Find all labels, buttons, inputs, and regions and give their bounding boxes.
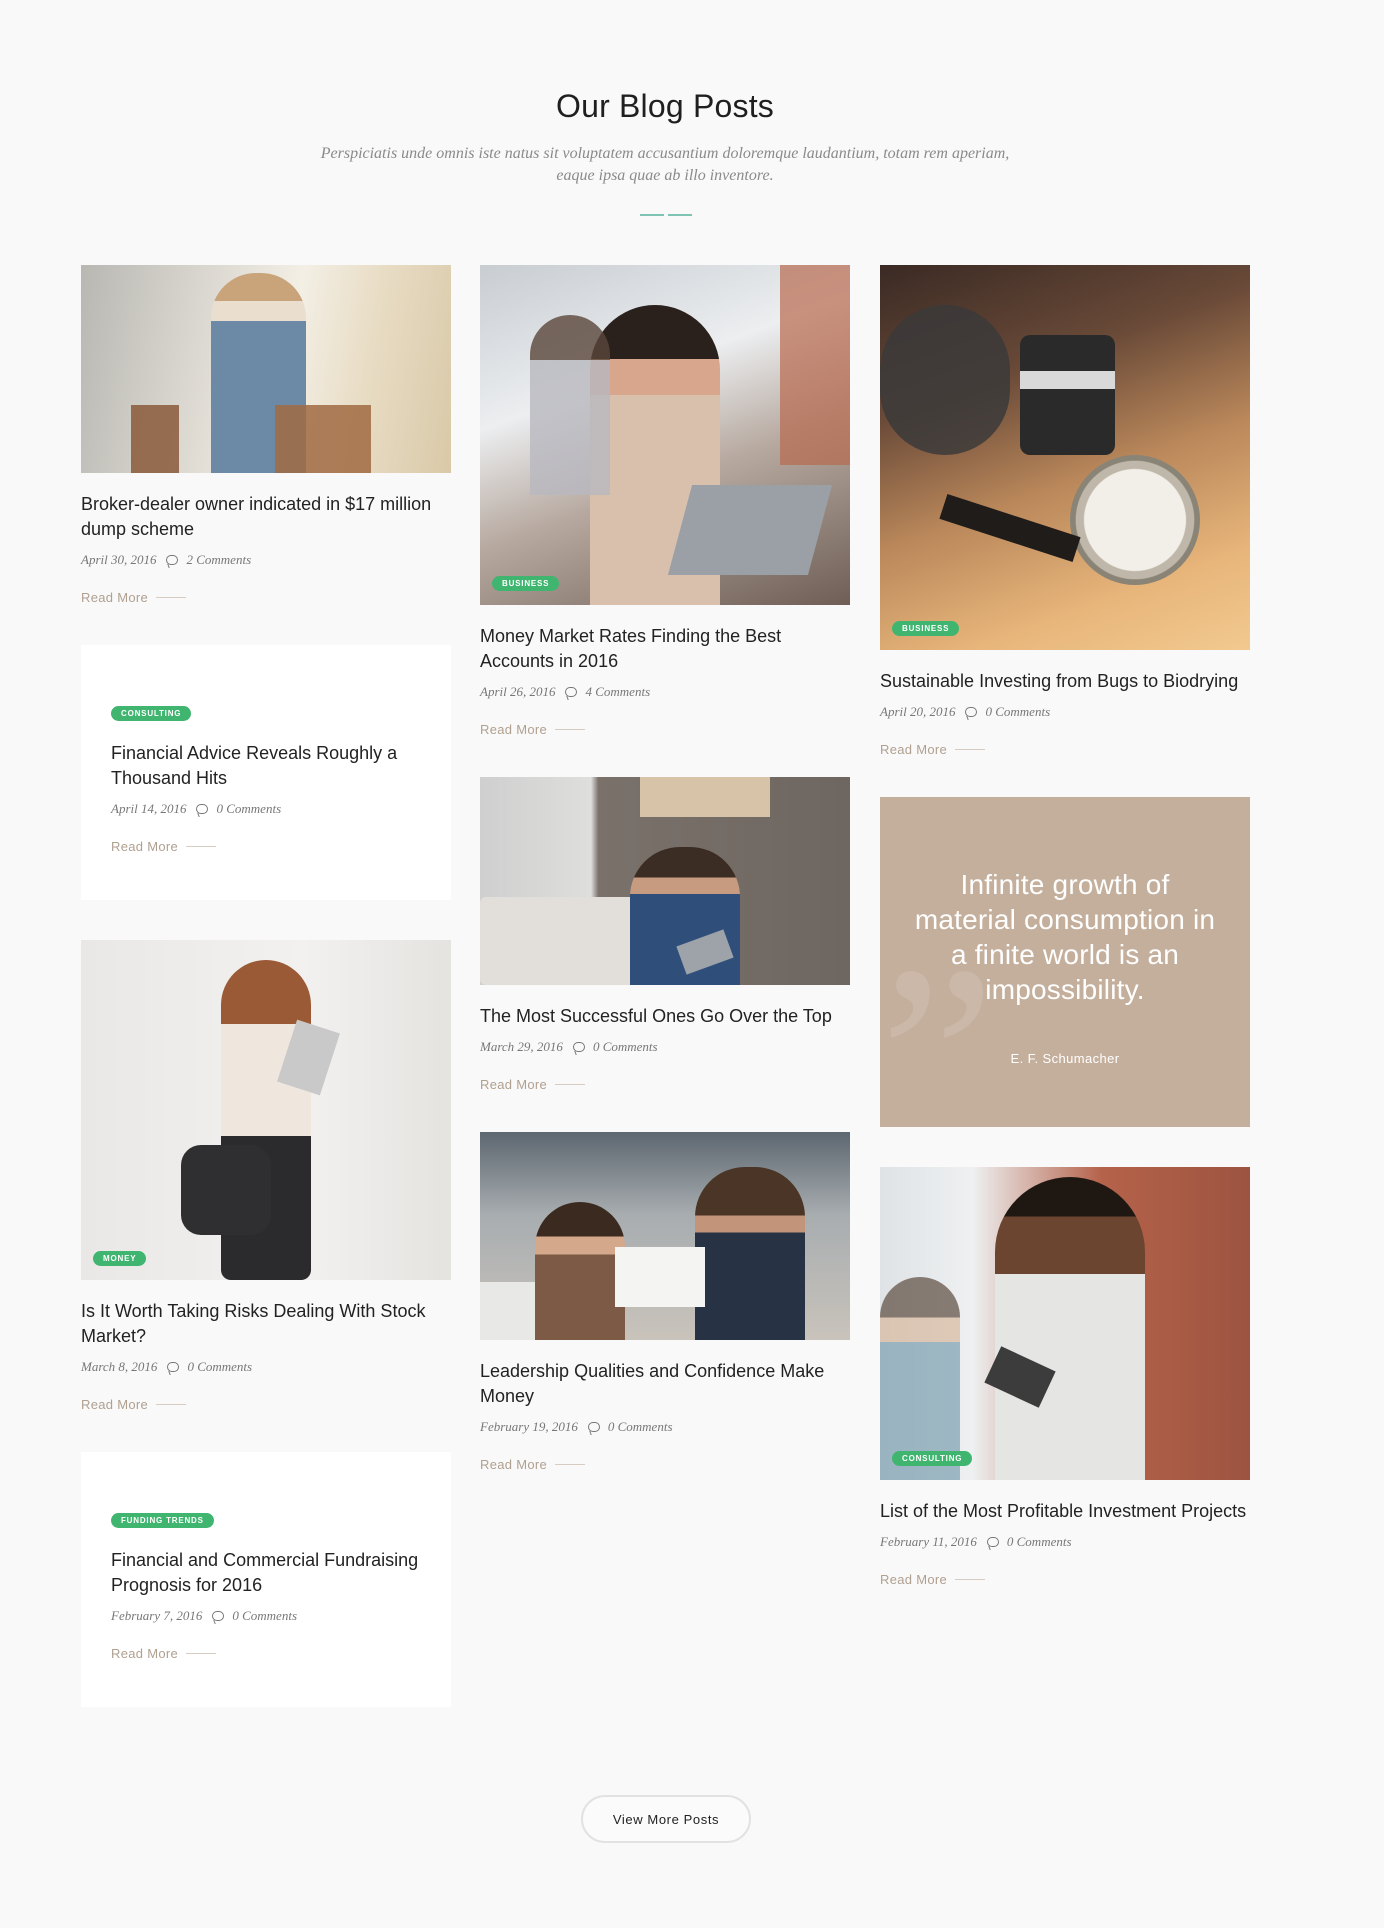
quote-mark-icon: ” [880, 913, 996, 1127]
read-more-link[interactable]: Read More [81, 1397, 451, 1412]
blog-post-card: The Most Successful Ones Go Over the Top… [480, 777, 850, 1092]
post-date: March 29, 2016 [480, 1039, 563, 1054]
post-date: February 19, 2016 [480, 1419, 578, 1434]
post-image[interactable] [480, 1132, 850, 1340]
post-comments[interactable]: 0 Comments [216, 801, 281, 817]
post-title[interactable]: List of the Most Profitable Investment P… [880, 1499, 1250, 1524]
post-image[interactable] [81, 265, 451, 473]
post-meta: February 19, 2016 0 Comments [480, 1419, 850, 1435]
post-date: March 8, 2016 [81, 1359, 158, 1374]
post-date: April 20, 2016 [880, 704, 956, 719]
post-comments[interactable]: 4 Comments [585, 684, 650, 700]
comment-icon [196, 804, 209, 814]
post-title[interactable]: Money Market Rates Finding the Best Acco… [480, 624, 850, 674]
title-divider [640, 214, 692, 216]
category-badge[interactable]: Funding Trends [111, 1513, 214, 1528]
post-image[interactable] [480, 777, 850, 985]
post-comments[interactable]: 0 Comments [608, 1419, 673, 1435]
blog-post-card: Money Is It Worth Taking Risks Dealing W… [81, 940, 451, 1412]
post-date: April 14, 2016 [111, 801, 187, 816]
comment-icon [166, 555, 179, 565]
read-more-link[interactable]: Read More [880, 1572, 1250, 1587]
read-more-link[interactable]: Read More [111, 839, 421, 854]
blog-column-2: Business Money Market Rates Finding the … [480, 265, 850, 1512]
view-more-posts-button[interactable]: View More Posts [581, 1795, 751, 1843]
post-image[interactable]: Money [81, 940, 451, 1280]
comment-icon [986, 1537, 999, 1547]
blog-post-card: Broker-dealer owner indicated in $17 mil… [81, 265, 451, 605]
read-more-link[interactable]: Read More [480, 1457, 850, 1472]
comment-icon [965, 707, 978, 717]
post-title[interactable]: Broker-dealer owner indicated in $17 mil… [81, 492, 451, 542]
post-comments[interactable]: 0 Comments [593, 1039, 658, 1055]
comment-icon [572, 1042, 585, 1052]
read-more-link[interactable]: Read More [111, 1646, 421, 1661]
post-meta: March 8, 2016 0 Comments [81, 1359, 451, 1375]
blog-column-1: Broker-dealer owner indicated in $17 mil… [81, 265, 451, 1747]
post-title[interactable]: Leadership Qualities and Confidence Make… [480, 1359, 850, 1409]
post-image[interactable]: Business [880, 265, 1250, 650]
post-meta: April 26, 2016 4 Comments [480, 684, 850, 700]
post-comments[interactable]: 0 Comments [232, 1608, 297, 1624]
post-date: April 30, 2016 [81, 552, 157, 567]
comment-icon [565, 687, 578, 697]
blog-post-card: Business Money Market Rates Finding the … [480, 265, 850, 737]
blog-column-3: Business Sustainable Investing from Bugs… [880, 265, 1250, 1627]
category-badge[interactable]: Consulting [111, 706, 192, 721]
blog-post-card: Funding Trends Financial and Commercial … [81, 1452, 451, 1707]
post-meta: February 7, 2016 0 Comments [111, 1608, 421, 1624]
post-comments[interactable]: 0 Comments [187, 1359, 252, 1375]
read-more-link[interactable]: Read More [880, 742, 1250, 757]
post-meta: April 30, 2016 2 Comments [81, 552, 451, 568]
category-badge[interactable]: Business [492, 576, 560, 591]
post-comments[interactable]: 0 Comments [985, 704, 1050, 720]
post-meta: April 20, 2016 0 Comments [880, 704, 1250, 720]
post-comments[interactable]: 0 Comments [1007, 1534, 1072, 1550]
category-badge[interactable]: Consulting [892, 1451, 973, 1466]
post-title[interactable]: Sustainable Investing from Bugs to Biodr… [880, 669, 1250, 694]
post-date: February 7, 2016 [111, 1608, 203, 1623]
read-more-link[interactable]: Read More [480, 1077, 850, 1092]
post-image[interactable]: Consulting [880, 1167, 1250, 1480]
post-title[interactable]: Is It Worth Taking Risks Dealing With St… [81, 1299, 451, 1349]
section-subtitle: Perspiciatis unde omnis iste natus sit v… [320, 145, 1010, 184]
post-date: February 11, 2016 [880, 1534, 977, 1549]
read-more-link[interactable]: Read More [81, 590, 451, 605]
post-image[interactable]: Business [480, 265, 850, 605]
category-badge[interactable]: Business [892, 621, 960, 636]
comment-icon [212, 1611, 225, 1621]
comment-icon [587, 1422, 600, 1432]
post-title[interactable]: The Most Successful Ones Go Over the Top [480, 1004, 850, 1029]
blog-post-card: Leadership Qualities and Confidence Make… [480, 1132, 850, 1472]
quote-card: ” Infinite growth of material consumptio… [880, 797, 1250, 1127]
post-title[interactable]: Financial Advice Reveals Roughly a Thous… [111, 741, 421, 791]
blog-post-card: Consulting Financial Advice Reveals Roug… [81, 645, 451, 900]
blog-post-card: Business Sustainable Investing from Bugs… [880, 265, 1250, 757]
blog-post-card: Consulting List of the Most Profitable I… [880, 1167, 1250, 1587]
post-meta: March 29, 2016 0 Comments [480, 1039, 850, 1055]
post-date: April 26, 2016 [480, 684, 556, 699]
post-meta: February 11, 2016 0 Comments [880, 1534, 1250, 1550]
section-title: Our Blog Posts [555, 88, 774, 124]
category-badge[interactable]: Money [93, 1251, 147, 1266]
post-meta: April 14, 2016 0 Comments [111, 801, 421, 817]
comment-icon [167, 1362, 180, 1372]
read-more-link[interactable]: Read More [480, 722, 850, 737]
post-title[interactable]: Financial and Commercial Fundraising Pro… [111, 1548, 421, 1598]
post-comments[interactable]: 2 Comments [186, 552, 251, 568]
